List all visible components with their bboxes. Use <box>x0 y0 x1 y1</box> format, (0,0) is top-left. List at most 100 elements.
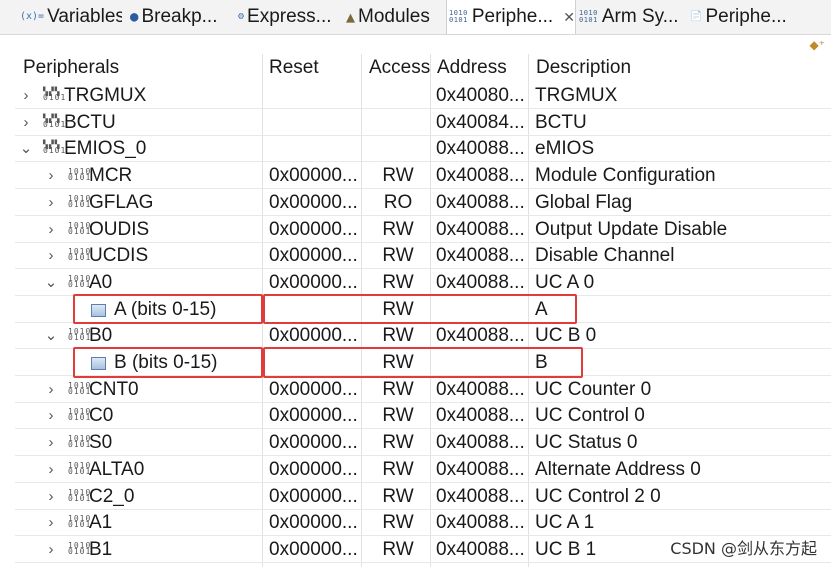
collapse-chevron-icon[interactable]: ⌄ <box>43 269 59 295</box>
register-row[interactable]: › 1010 0101 ALTA0 0x00000... RW 0x40088... Alte… <box>15 456 831 483</box>
register-icon: 1010 0101 <box>68 220 92 236</box>
row-name: TRGMUX <box>64 85 147 106</box>
expand-chevron-icon[interactable]: › <box>43 429 59 455</box>
row-reset-value: 0x00000... <box>269 405 358 427</box>
row-name: BCTU <box>64 111 116 133</box>
view-menu-icon[interactable]: ◆⁺ <box>809 38 825 52</box>
register-row[interactable]: › 1010 0101 C0 0x00000... RW 0x40088... UC Cont… <box>15 402 831 430</box>
row-access: RO <box>383 191 413 213</box>
expressions-icon: ⚙ <box>238 11 245 22</box>
close-icon[interactable]: ✕ <box>563 9 575 26</box>
register-row[interactable]: › 1010 0101 GFLAG 0x00000... RO 0x40088... Glob… <box>15 189 831 216</box>
expand-chevron-icon[interactable]: › <box>43 162 59 188</box>
register-icon: 1010 0101 <box>68 193 92 209</box>
register-row[interactable]: › 1010 0101 OUDIS 0x00000... RW 0x40088... Outp… <box>15 216 831 243</box>
register-icon: 1010 0101 <box>68 487 92 503</box>
tab-peripherals-doc[interactable]: 📄 Periphe... <box>688 0 818 34</box>
peripheral-group-icon: ▚▞▚ 0101 <box>43 87 67 102</box>
tab-variables[interactable]: (x)= Variables <box>18 0 122 34</box>
row-name: EMIOS_0 <box>64 138 147 160</box>
row-reset-value: 0x00000... <box>269 271 358 293</box>
row-address: 0x40088... <box>436 485 525 507</box>
column-header-access[interactable]: Access <box>361 54 437 82</box>
row-address: 0x40088... <box>436 405 525 427</box>
register-row[interactable]: › 1010 0101 S0 0x00000... RW 0x40088... UC Stat… <box>15 429 831 457</box>
peripheral-row[interactable]: › ▚▞▚ 0101 TRGMUX 0x40080... TRGMUX <box>15 82 831 109</box>
row-description: BCTU <box>535 111 587 133</box>
row-access: RW <box>382 485 414 507</box>
row-description: A <box>535 298 548 320</box>
register-icon: 1010 0101 <box>68 247 92 263</box>
peripherals-doc-icon: 📄 <box>690 11 703 22</box>
tab-arm-system-registers[interactable]: 1010 0101 Arm Sy... <box>577 0 685 34</box>
tab-peripherals[interactable]: 1010 0101 Periphe... ✕ <box>446 0 576 34</box>
column-header-reset[interactable]: Reset <box>261 54 361 82</box>
register-row[interactable]: › 1010 0101 A1 0x00000... RW 0x40088... UC A 1 <box>15 509 831 537</box>
expand-chevron-icon[interactable]: › <box>43 509 59 535</box>
view-tab-bar: (x)= Variables ● Breakp... ⚙ Express... ▲ Modul… <box>0 0 831 35</box>
expand-chevron-icon[interactable]: › <box>43 483 59 509</box>
row-access: RW <box>382 512 414 534</box>
row-address: 0x40088... <box>436 378 525 400</box>
row-reset-value <box>269 82 361 108</box>
row-address: 0x40088... <box>436 165 525 187</box>
tab-expressions[interactable]: ⚙ Express... <box>236 0 342 34</box>
row-address: 0x40088... <box>436 432 525 454</box>
row-description: Output Update Disable <box>535 218 728 240</box>
expand-chevron-icon[interactable]: › <box>43 402 59 428</box>
expand-chevron-icon[interactable]: › <box>43 189 59 215</box>
column-header-description[interactable]: Description <box>528 54 828 82</box>
row-name: CNT0 <box>89 378 139 400</box>
register-icon: 1010 0101 <box>68 514 92 530</box>
row-reset-value: 0x00000... <box>269 485 358 507</box>
row-access: RW <box>382 165 414 187</box>
expand-chevron-icon[interactable]: › <box>43 216 59 242</box>
expand-chevron-icon[interactable]: › <box>43 536 59 562</box>
peripheral-row[interactable]: › ▚▞▚ 0101 BCTU 0x40084... BCTU <box>15 109 831 136</box>
row-address: 0x40088... <box>436 458 525 480</box>
highlight-box <box>263 293 577 325</box>
tab-label: Express... <box>247 6 332 27</box>
breakpoints-icon: ● <box>130 9 139 25</box>
register-row[interactable]: › 1010 0101 UCDIS 0x00000... RW 0x40088... Disa… <box>15 242 831 270</box>
variables-icon: (x)= <box>20 11 45 22</box>
expand-chevron-icon[interactable]: › <box>43 376 59 402</box>
expand-chevron-icon[interactable]: › <box>18 109 34 135</box>
column-header-address[interactable]: Address <box>429 54 529 82</box>
row-name: GFLAG <box>89 191 154 213</box>
peripheral-row[interactable]: ⌄ ▚▞▚ 0101 EMIOS_0 0x40088... eMIOS <box>15 135 831 163</box>
row-address: 0x40088... <box>436 512 525 534</box>
row-access: RW <box>382 432 414 454</box>
row-name: B1 <box>89 538 113 560</box>
row-reset-value: 0x00000... <box>269 458 358 480</box>
expand-chevron-icon[interactable]: › <box>43 242 59 268</box>
tab-label: Modules <box>358 6 430 27</box>
tab-modules[interactable]: ▲ Modules <box>344 0 444 34</box>
row-description: Global Flag <box>535 191 633 213</box>
register-icon: 1010 0101 <box>68 540 92 556</box>
register-row[interactable]: ⌄ 1010 0101 A0 0x00000... RW 0x40088... UC A 0 <box>15 269 831 296</box>
expand-chevron-icon[interactable]: › <box>18 82 34 108</box>
row-access <box>363 135 433 161</box>
row-name: B0 <box>89 325 113 347</box>
register-row[interactable]: ⌄ 1010 0101 B0 0x00000... RW 0x40088... UC B 0 <box>15 322 831 350</box>
row-address: 0x40084... <box>436 111 525 133</box>
register-row[interactable]: › 1010 0101 CNT0 0x00000... RW 0x40088... UC Co… <box>15 376 831 403</box>
peripheral-group-icon: ▚▞▚ 0101 <box>43 140 67 156</box>
row-name: ALTA0 <box>89 458 145 480</box>
row-description: UC Control 2 0 <box>535 485 661 507</box>
expand-chevron-icon[interactable]: › <box>43 456 59 482</box>
register-row[interactable]: › 1010 0101 C2_0 0x00000... RW 0x40088... UC Co… <box>15 483 831 510</box>
tab-breakpoints[interactable]: ● Breakp... <box>128 0 232 34</box>
collapse-chevron-icon[interactable]: ⌄ <box>43 322 59 348</box>
row-access <box>363 82 433 108</box>
collapse-chevron-icon[interactable]: ⌄ <box>18 135 34 161</box>
register-row[interactable]: › 1010 0101 MCR 0x00000... RW 0x40088... Module… <box>15 162 831 190</box>
column-header-peripherals[interactable]: Peripherals <box>15 54 269 82</box>
row-address: 0x40088... <box>436 325 525 347</box>
row-reset-value: 0x00000... <box>269 245 358 267</box>
row-name: C0 <box>89 405 114 427</box>
row-description: eMIOS <box>535 138 595 160</box>
row-address: 0x40088... <box>436 538 525 560</box>
register-icon: 1010 0101 <box>68 434 92 450</box>
